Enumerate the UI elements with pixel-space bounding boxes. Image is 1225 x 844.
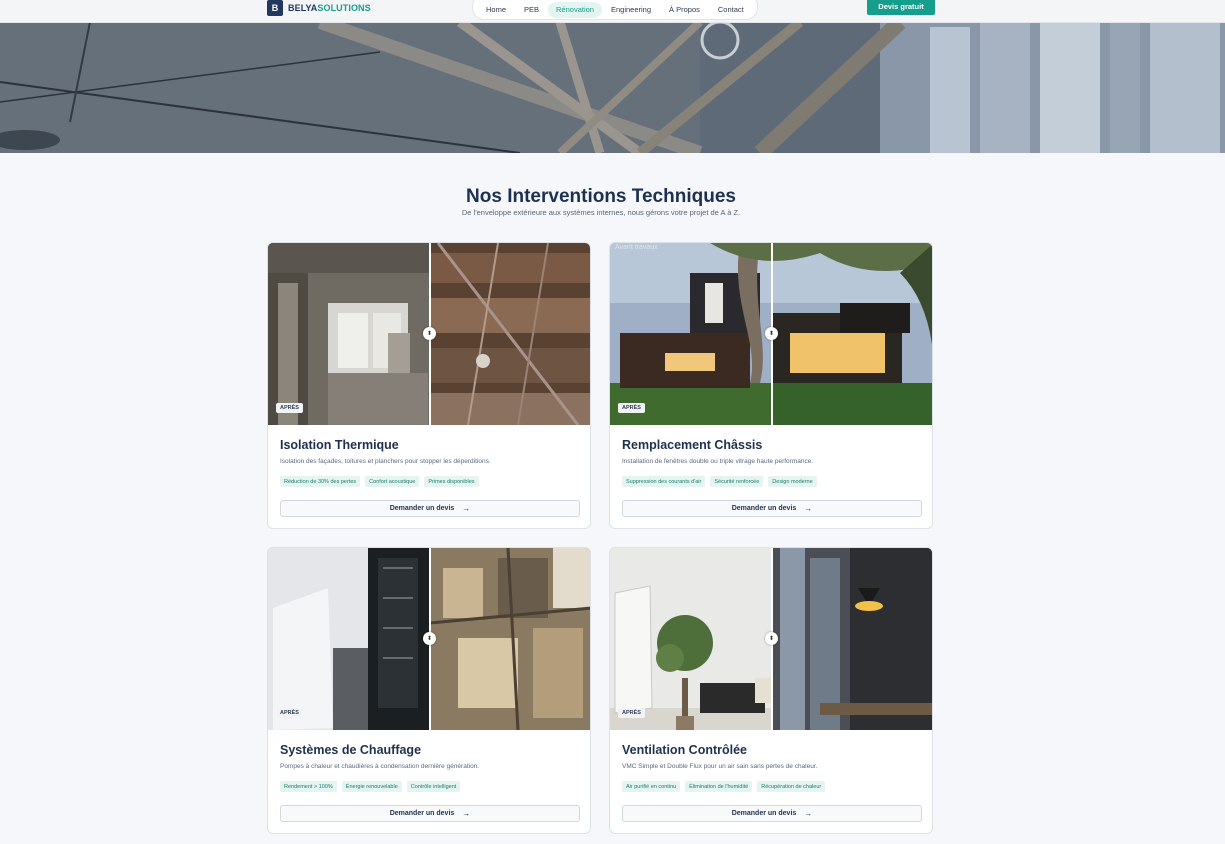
feature-tag: Primes disponibles bbox=[424, 476, 479, 487]
nav-item-contact[interactable]: Contact bbox=[709, 2, 753, 18]
arrow-right-icon: → bbox=[804, 504, 813, 513]
feature-tag: Air purifié en continu bbox=[622, 781, 681, 792]
brand-logo[interactable]: B BELYASOLUTIONS bbox=[267, 0, 371, 16]
after-badge: APRÈS bbox=[276, 708, 303, 718]
before-after-slider[interactable]: ⬍ APRÈS bbox=[268, 548, 590, 730]
double-chevron-icon[interactable]: ⬍ bbox=[423, 632, 436, 645]
request-quote-button[interactable]: Demander un devis → bbox=[280, 805, 580, 822]
before-after-slider[interactable]: ⬍ APRÈS bbox=[268, 243, 590, 425]
card-title: Isolation Thermique bbox=[280, 438, 399, 452]
card-tags: Air purifié en continu Élimination de l'… bbox=[622, 781, 830, 792]
card-tags: Réduction de 30% des pertes Confort acou… bbox=[280, 476, 484, 487]
arrow-right-icon: → bbox=[462, 809, 471, 818]
service-card-chauffage: ⬍ APRÈS Systèmes de Chauffage Pompes à c… bbox=[267, 547, 591, 834]
double-chevron-icon[interactable]: ⬍ bbox=[765, 327, 778, 340]
after-badge: APRÈS bbox=[276, 403, 303, 413]
free-quote-button[interactable]: Devis gratuit bbox=[867, 0, 935, 15]
nav-item-engineering[interactable]: Engineering bbox=[602, 2, 660, 18]
request-quote-button[interactable]: Demander un devis → bbox=[622, 500, 922, 517]
section-title: Nos Interventions Techniques bbox=[466, 186, 736, 207]
brand-name-accent: SOLUTIONS bbox=[317, 3, 371, 13]
section-subtitle: De l'enveloppe extérieure aux systèmes i… bbox=[461, 208, 741, 217]
card-tags: Rendement > 100% Énergie renouvelable Co… bbox=[280, 781, 465, 792]
double-chevron-icon[interactable]: ⬍ bbox=[765, 632, 778, 645]
request-quote-label: Demander un devis bbox=[731, 810, 797, 817]
before-after-slider[interactable]: Avant travaux ⬍ APRÈS bbox=[610, 243, 932, 425]
hero-banner bbox=[0, 22, 1225, 153]
request-quote-label: Demander un devis bbox=[389, 505, 455, 512]
card-description: VMC Simple et Double Flux pour un air sa… bbox=[622, 763, 818, 770]
before-after-slider[interactable]: ⬍ APRÈS bbox=[610, 548, 932, 730]
service-card-isolation: ⬍ APRÈS Isolation Thermique Isolation de… bbox=[267, 242, 591, 529]
after-badge: APRÈS bbox=[618, 403, 645, 413]
site-header: B BELYASOLUTIONS Home PEB Rénovation Eng… bbox=[0, 0, 1225, 23]
service-card-ventilation: ⬍ APRÈS Ventilation Contrôlée VMC Simple… bbox=[609, 547, 933, 834]
nav-item-renovation[interactable]: Rénovation bbox=[548, 1, 602, 18]
feature-tag: Élimination de l'humidité bbox=[685, 781, 753, 792]
card-title: Systèmes de Chauffage bbox=[280, 743, 422, 757]
card-description: Pompes à chaleur et chaudières à condens… bbox=[280, 763, 480, 770]
request-quote-button[interactable]: Demander un devis → bbox=[622, 805, 922, 822]
brand-name-primary: BELYA bbox=[288, 3, 318, 13]
double-chevron-icon[interactable]: ⬍ bbox=[423, 327, 436, 340]
request-quote-label: Demander un devis bbox=[731, 505, 797, 512]
hero-beams-image bbox=[0, 22, 1225, 153]
feature-tag: Récupération de chaleur bbox=[757, 781, 826, 792]
feature-tag: Rendement > 100% bbox=[280, 781, 337, 792]
image-alt-text: Avant travaux bbox=[615, 244, 658, 251]
arrow-right-icon: → bbox=[804, 809, 813, 818]
feature-tag: Sécurité renforcée bbox=[710, 476, 764, 487]
request-quote-button[interactable]: Demander un devis → bbox=[280, 500, 580, 517]
feature-tag: Confort acoustique bbox=[365, 476, 420, 487]
brand-name: BELYASOLUTIONS bbox=[288, 3, 371, 13]
nav-item-home[interactable]: Home bbox=[477, 2, 515, 18]
card-title: Remplacement Châssis bbox=[622, 438, 763, 452]
feature-tag: Suppression des courants d'air bbox=[622, 476, 706, 487]
card-title: Ventilation Contrôlée bbox=[622, 743, 748, 757]
main-nav: Home PEB Rénovation Engineering À Propos… bbox=[472, 0, 758, 20]
service-card-chassis: Avant travaux ⬍ APRÈS Remplacement Châss… bbox=[609, 242, 933, 529]
feature-tag: Énergie renouvelable bbox=[341, 781, 402, 792]
feature-tag: Contrôle intelligent bbox=[406, 781, 461, 792]
nav-item-a-propos[interactable]: À Propos bbox=[660, 2, 709, 18]
feature-tag: Réduction de 30% des pertes bbox=[280, 476, 361, 487]
card-tags: Suppression des courants d'air Sécurité … bbox=[622, 476, 822, 487]
after-badge: APRÈS bbox=[618, 708, 645, 718]
card-description: Installation de fenêtres double ou tripl… bbox=[622, 458, 814, 465]
card-description: Isolation des façades, toitures et planc… bbox=[280, 458, 491, 465]
request-quote-label: Demander un devis bbox=[389, 810, 455, 817]
nav-item-peb[interactable]: PEB bbox=[515, 2, 548, 18]
logo-mark-icon: B bbox=[267, 0, 283, 16]
feature-tag: Design moderne bbox=[768, 476, 817, 487]
arrow-right-icon: → bbox=[462, 504, 471, 513]
